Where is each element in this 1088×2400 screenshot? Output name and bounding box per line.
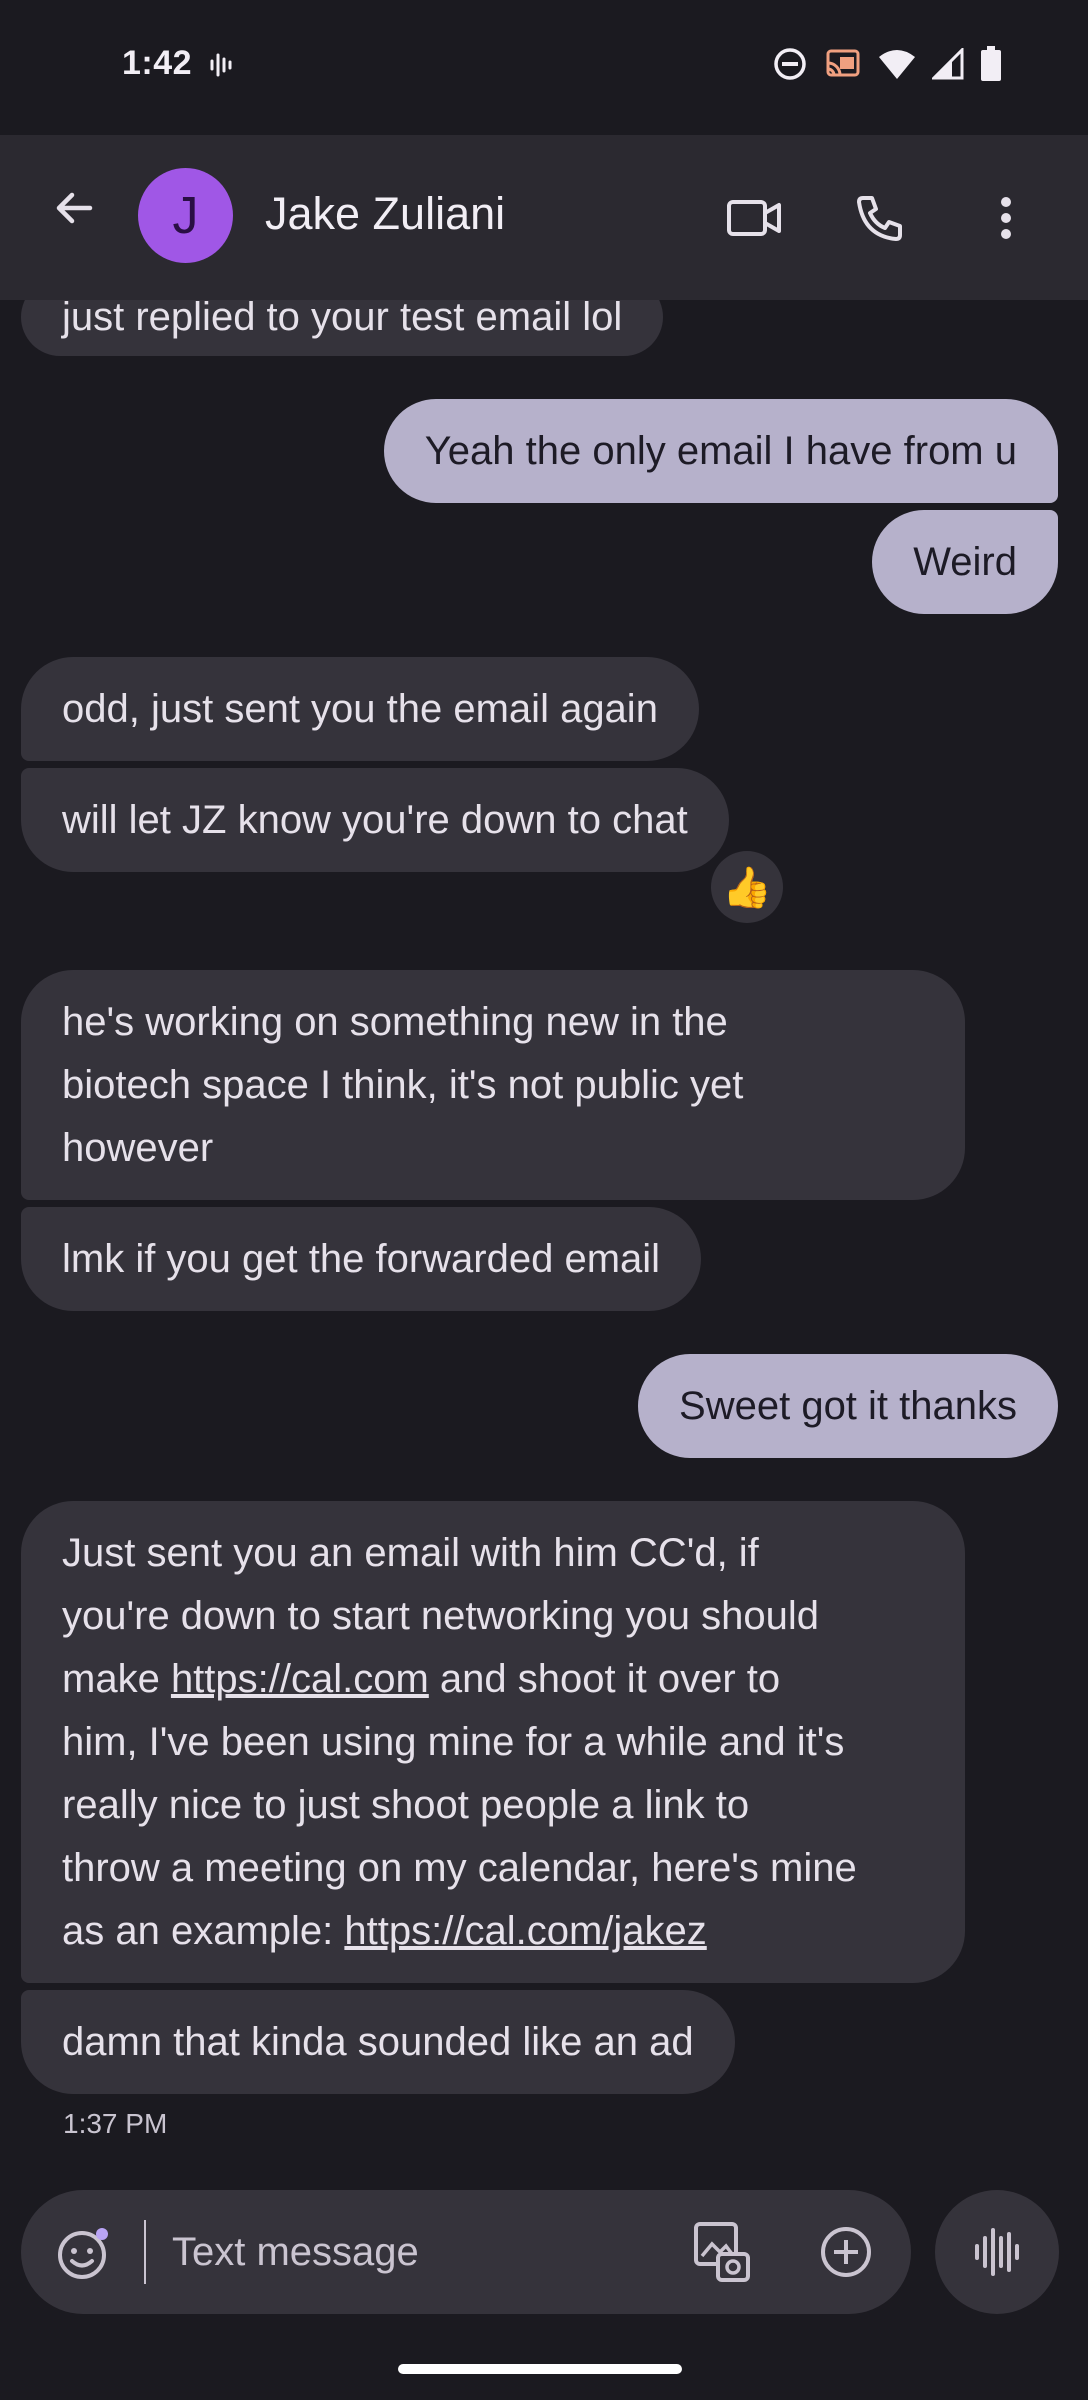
message-bubble-outgoing[interactable]: Yeah the only email I have from u (383, 399, 1058, 503)
message-text: just replied to your test email lol (62, 300, 623, 339)
message-bubble-incoming[interactable]: will let JZ know you're down to chat (21, 768, 729, 872)
emoji-icon (58, 2228, 108, 2279)
message-line: throw a meeting on my calendar, here's m… (62, 1846, 857, 1890)
message-line: however (62, 1126, 214, 1170)
message-composer (21, 2190, 911, 2314)
message-text: and shoot it over to (428, 1657, 781, 1701)
message-bubble-incoming[interactable]: just replied to your test email lol (21, 300, 664, 356)
status-time: 1:42 (122, 44, 193, 82)
message-line: make https://cal.com and shoot it over t… (62, 1648, 924, 1711)
cal-link[interactable]: https://cal.com (171, 1657, 429, 1701)
message-line: really nice to just shoot people a link … (62, 1783, 750, 1827)
add-icon (821, 2227, 871, 2277)
cast-icon (824, 47, 862, 86)
status-icons (772, 46, 1002, 87)
message-bubble-incoming[interactable]: lmk if you get the forwarded email (21, 1207, 702, 1311)
message-line: him, I've been using mine for a while an… (62, 1720, 845, 1764)
avatar[interactable]: J (138, 168, 233, 263)
voice-wave-icon (208, 50, 238, 85)
message-bubble-incoming[interactable]: damn that kinda sounded like an ad (21, 1990, 735, 2094)
message-line: you're down to start networking you shou… (62, 1594, 819, 1638)
message-bubble-incoming[interactable]: Just sent you an email with him CC'd, if… (21, 1501, 965, 1983)
thumbs-up-reaction: 👍 (722, 865, 772, 910)
do-not-disturb-icon (772, 46, 808, 87)
message-text: Yeah the only email I have from u (424, 429, 1017, 473)
more-vert-icon (1001, 197, 1011, 239)
gallery-button[interactable] (690, 2220, 754, 2289)
message-text: will let JZ know you're down to chat (62, 798, 688, 842)
message-text: damn that kinda sounded like an ad (62, 2020, 694, 2064)
avatar-initial: J (172, 186, 199, 245)
back-button[interactable] (44, 178, 104, 238)
message-line: biotech space I think, it's not public y… (62, 1063, 744, 1107)
message-line: he's working on something new in the (62, 1000, 728, 1044)
video-call-icon (727, 200, 781, 236)
message-timestamp: 1:37 PM (63, 2108, 168, 2139)
phone-call-button[interactable] (848, 186, 912, 250)
message-text: lmk if you get the forwarded email (62, 1237, 661, 1281)
message-line: Just sent you an email with him CC'd, if (62, 1531, 759, 1575)
emoji-button[interactable] (56, 2225, 112, 2286)
signal-icon (930, 46, 964, 85)
more-options-button[interactable] (974, 186, 1038, 250)
message-list[interactable]: just replied to your test email lol Yeah… (0, 300, 1088, 2160)
message-bubble-outgoing[interactable]: Sweet got it thanks (638, 1354, 1058, 1458)
voice-message-button[interactable] (935, 2190, 1059, 2314)
video-call-button[interactable] (722, 186, 786, 250)
message-text: as an example: (62, 1909, 345, 1953)
message-text: make (62, 1657, 171, 1701)
message-text: odd, just sent you the email again (62, 687, 658, 731)
cal-jakez-link[interactable]: https://cal.com/jakez (344, 1909, 706, 1953)
home-indicator[interactable] (398, 2364, 682, 2374)
wifi-icon (878, 48, 916, 85)
reaction-badge[interactable]: 👍 (711, 851, 783, 923)
gallery-icon (694, 2222, 750, 2282)
message-text: Sweet got it thanks (679, 1384, 1017, 1428)
back-arrow-icon (56, 192, 93, 224)
message-bubble-incoming[interactable]: he's working on something new in the bio… (21, 970, 965, 1200)
phone-icon (857, 196, 902, 241)
message-bubble-outgoing[interactable]: Weird (872, 510, 1058, 614)
message-line: as an example: https://cal.com/jakez (62, 1900, 924, 1963)
battery-icon (980, 46, 1002, 87)
status-bar: 1:42 (0, 0, 1088, 135)
voice-message-icon (975, 2228, 1019, 2276)
message-text: Weird (913, 540, 1017, 584)
contact-name[interactable]: Jake Zuliani (265, 188, 505, 240)
message-bubble-incoming[interactable]: odd, just sent you the email again (21, 657, 699, 761)
add-attachment-button[interactable] (818, 2224, 874, 2285)
message-input[interactable] (144, 2220, 692, 2284)
